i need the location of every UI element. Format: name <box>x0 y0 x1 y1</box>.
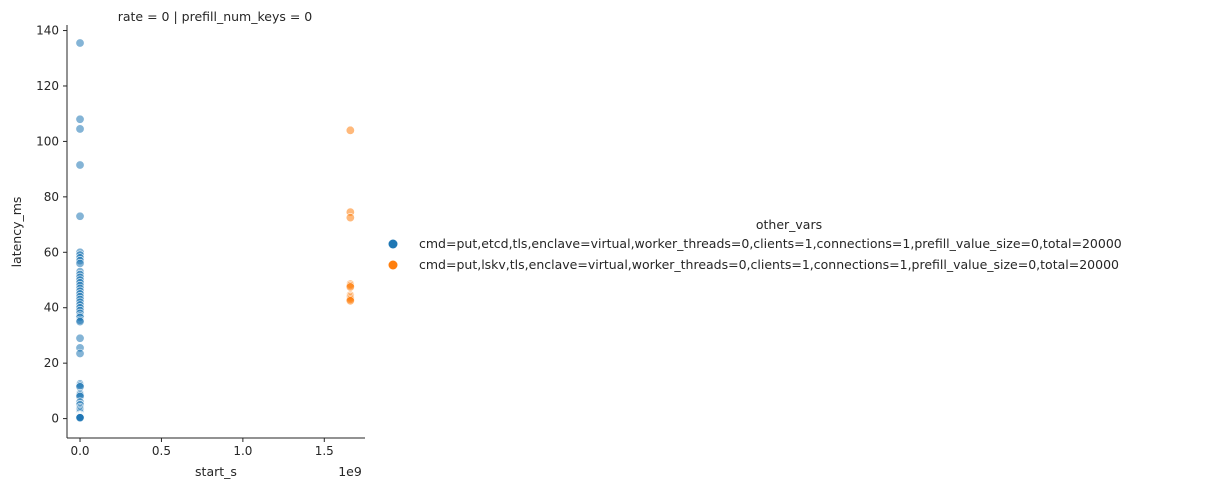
x-offset-label: 1e9 <box>338 464 362 479</box>
data-point-series-1 <box>345 125 355 135</box>
y-tick-label: 100 <box>36 134 59 148</box>
data-point-series-0 <box>75 333 85 343</box>
data-point-series-0 <box>75 38 85 48</box>
y-tick-label: 120 <box>36 79 59 93</box>
legend-label-lskv: cmd=put,lskv,tls,enclave=virtual,worker_… <box>419 257 1119 272</box>
y-tick-label: 60 <box>44 245 59 259</box>
legend: other_vars cmd=put,etcd,tls,enclave=virt… <box>388 217 1122 272</box>
x-tick-label: 1.0 <box>233 444 252 458</box>
data-point-series-0 <box>75 348 85 358</box>
y-axis-label: latency_ms <box>9 197 24 268</box>
chart-title: rate = 0 | prefill_num_keys = 0 <box>118 9 313 24</box>
data-point-series-0 <box>75 413 85 423</box>
x-tick-label: 0.0 <box>70 444 89 458</box>
legend-marker-lskv <box>388 260 398 270</box>
y-ticks: 0 20 40 60 80 100 120 140 <box>36 24 67 426</box>
x-ticks: 0.0 0.5 1.0 1.5 <box>70 438 334 458</box>
data-point-series-1 <box>345 296 355 306</box>
y-tick-label: 140 <box>36 24 59 38</box>
y-tick-label: 80 <box>44 190 59 204</box>
y-tick-label: 20 <box>44 356 59 370</box>
legend-marker-etcd <box>388 239 398 249</box>
y-tick-label: 0 <box>51 412 59 426</box>
legend-title: other_vars <box>756 217 822 232</box>
x-tick-label: 1.5 <box>315 444 334 458</box>
data-point-series-1 <box>345 282 355 292</box>
data-points <box>75 38 355 423</box>
data-point-series-1 <box>345 213 355 223</box>
legend-label-etcd: cmd=put,etcd,tls,enclave=virtual,worker_… <box>419 236 1122 251</box>
x-axis-label: start_s <box>195 464 237 479</box>
plot-area: 0.0 0.5 1.0 1.5 0 20 40 60 80 100 120 140 <box>36 24 365 458</box>
data-point-series-0 <box>75 160 85 170</box>
data-point-series-0 <box>75 258 85 268</box>
data-point-series-0 <box>75 124 85 134</box>
data-point-series-0 <box>75 317 85 327</box>
scatter-chart: rate = 0 | prefill_num_keys = 0 0.0 0.5 1.… <box>9 9 1122 479</box>
y-tick-label: 40 <box>44 301 59 315</box>
data-point-series-0 <box>75 211 85 221</box>
x-tick-label: 0.5 <box>152 444 171 458</box>
data-point-series-0 <box>75 114 85 124</box>
